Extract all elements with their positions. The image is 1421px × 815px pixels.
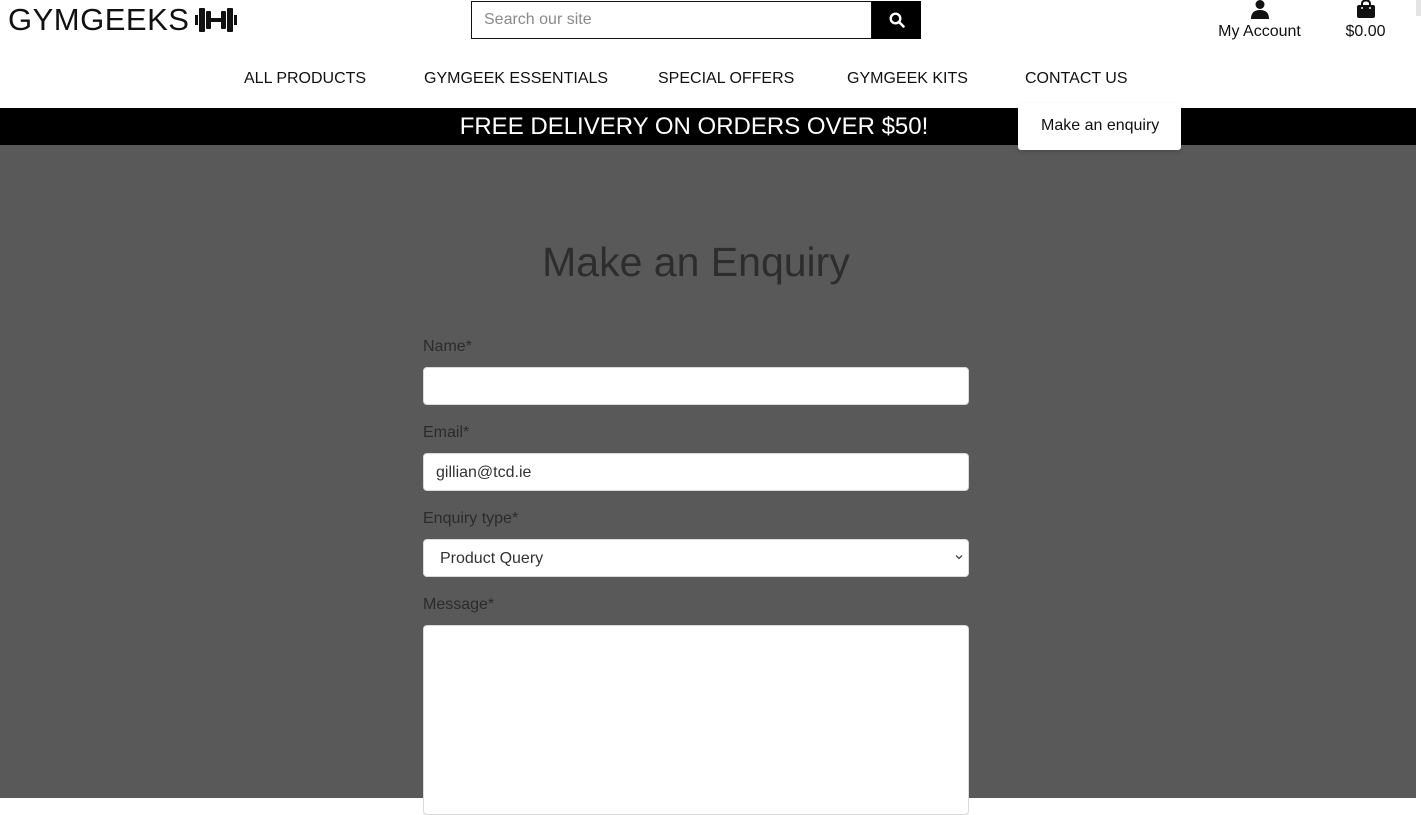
name-label: Name* — [423, 338, 472, 355]
dumbbell-icon — [195, 8, 238, 32]
user-icon — [1250, 0, 1269, 19]
nav-item-special-offers[interactable]: SPECIAL OFFERS — [658, 70, 794, 88]
page-title: Make an Enquiry — [542, 239, 850, 285]
my-account-label: My Account — [1218, 23, 1301, 40]
search-input[interactable] — [471, 1, 872, 39]
chevron-down-icon — [955, 555, 963, 560]
contact-dropdown-menu: Make an enquiry — [1018, 103, 1181, 150]
my-account-link[interactable]: My Account — [1212, 0, 1307, 41]
enquiry-type-value: Product Query — [440, 550, 544, 567]
dropdown-item-make-an-enquiry[interactable]: Make an enquiry — [1041, 117, 1159, 135]
scrollbar-thumb[interactable] — [1416, 0, 1421, 16]
main-nav: ALL PRODUCTS GYMGEEK ESSENTIALS SPECIAL … — [0, 70, 1416, 92]
site-header: GYMGEEKS My Account — [0, 0, 1416, 108]
enquiry-type-label: Enquiry type* — [423, 510, 519, 527]
name-field[interactable] — [423, 367, 969, 405]
site-logo[interactable]: GYMGEEKS — [8, 2, 238, 38]
bag-total: $0.00 — [1345, 23, 1386, 40]
search-bar — [471, 1, 921, 39]
shopping-bag-icon — [1356, 0, 1375, 18]
nav-item-gymgeek-essentials[interactable]: GYMGEEK ESSENTIALS — [424, 70, 608, 88]
enquiry-section: Make an Enquiry Name* Email* gillian@tcd… — [0, 145, 1416, 815]
brand-name: GYMGEEKS — [8, 2, 190, 37]
email-field-value: gillian@tcd.ie — [436, 464, 532, 481]
message-label: Message* — [423, 596, 495, 613]
search-icon — [888, 12, 905, 28]
delivery-banner-text: FREE DELIVERY ON ORDERS OVER $50! — [459, 113, 929, 140]
enquiry-type-select[interactable]: Product Query — [423, 539, 969, 577]
email-field[interactable]: gillian@tcd.ie — [423, 453, 969, 491]
message-textarea[interactable] — [423, 625, 969, 815]
page-scrollbar[interactable] — [1416, 0, 1421, 798]
nav-item-all-products[interactable]: ALL PRODUCTS — [244, 70, 366, 88]
delivery-banner: FREE DELIVERY ON ORDERS OVER $50! — [0, 108, 1416, 145]
search-button[interactable] — [872, 1, 921, 39]
email-label: Email* — [423, 424, 470, 441]
nav-item-gymgeek-kits[interactable]: GYMGEEK KITS — [847, 70, 968, 88]
shopping-bag-link[interactable]: $0.00 — [1338, 0, 1393, 41]
nav-item-contact-us[interactable]: CONTACT US — [1025, 70, 1128, 88]
